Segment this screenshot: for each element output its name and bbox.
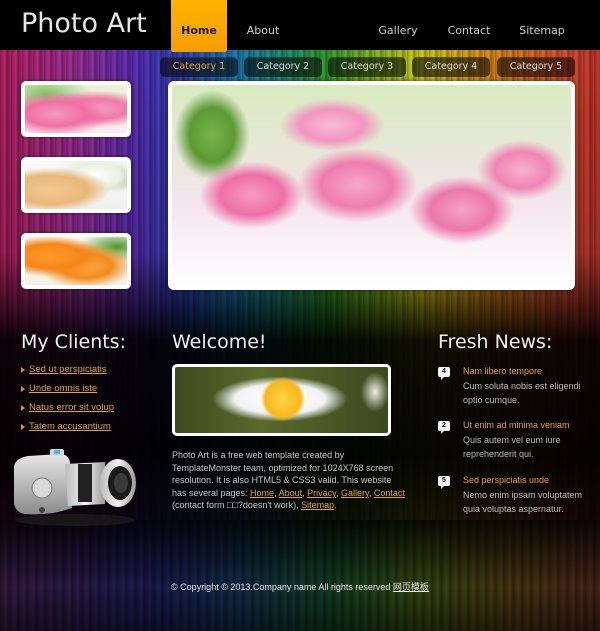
nav-about[interactable]: About xyxy=(237,0,289,52)
link-contact[interactable]: Contact xyxy=(374,488,405,498)
news-body: Cum soluta nobis est eligendi optio cumq… xyxy=(463,381,581,405)
daisy-image xyxy=(175,367,388,433)
nav-sitemap[interactable]: Sitemap xyxy=(516,0,568,52)
category-tab-4[interactable]: Category 4 xyxy=(412,57,490,77)
news-item: 5 Sed perspiciatis unde Nemo enim ipsam … xyxy=(438,475,598,516)
nav-contact[interactable]: Contact xyxy=(444,0,494,52)
link-home[interactable]: Home xyxy=(250,488,274,498)
contact-note: (contact form □□?doesn't work), xyxy=(172,500,302,511)
client-link[interactable]: Tatem accusantium xyxy=(29,421,111,432)
main-nav: Home About Gallery Contact Sitemap xyxy=(0,0,600,52)
period: . xyxy=(334,500,337,511)
news-body: Nemo enim ipsam voluptatem quia voluptas… xyxy=(463,490,583,514)
link-about[interactable]: About xyxy=(279,488,303,498)
header: Photo Art Home About Gallery Contact Sit… xyxy=(0,0,600,52)
link-gallery[interactable]: Gallery xyxy=(341,488,369,498)
thumbnail-carnations[interactable] xyxy=(21,81,131,137)
tulips-image xyxy=(172,85,571,286)
comment-count-icon: 4 xyxy=(438,367,450,380)
news-item: 2 Ut enim ad minima veniam Quis autem ve… xyxy=(438,420,598,461)
carnations-image xyxy=(25,85,127,133)
news-item: 4 Nam libero tempore Cum soluta nobis es… xyxy=(438,366,598,407)
thumbnail-roses[interactable] xyxy=(21,233,131,289)
thumbnail-spa[interactable] xyxy=(21,157,131,213)
footer: © Copyright © 2013.Company name All righ… xyxy=(0,580,600,593)
spa-image xyxy=(25,161,127,209)
category-tab-2[interactable]: Category 2 xyxy=(244,57,322,77)
news-title-link[interactable]: Sed perspiciatis unde xyxy=(463,475,598,489)
welcome-text: Photo Art is a free web template created… xyxy=(172,449,407,512)
client-item: Tatem accusantium xyxy=(21,421,114,440)
footer-template-link[interactable]: 网页模板 xyxy=(393,582,429,592)
comment-count-icon: 2 xyxy=(438,421,450,434)
welcome-heading: Welcome! xyxy=(172,331,267,353)
camera-image xyxy=(14,449,136,526)
client-link[interactable]: Natus error sit volup xyxy=(29,402,114,413)
link-privacy[interactable]: Privacy xyxy=(307,488,336,498)
copyright-text: © Copyright © 2013.Company name All righ… xyxy=(171,582,393,592)
news-title-link[interactable]: Nam libero tempore xyxy=(463,366,598,380)
nav-home[interactable]: Home xyxy=(171,0,227,52)
client-item: Unde omnis iste xyxy=(21,383,114,402)
footer-background xyxy=(0,520,600,631)
roses-image xyxy=(25,237,127,285)
clients-list: Sed ut perspiciatis Unde omnis iste Natu… xyxy=(21,364,114,440)
news-heading: Fresh News: xyxy=(438,331,553,353)
nav-gallery[interactable]: Gallery xyxy=(373,0,423,52)
news-title-link[interactable]: Ut enim ad minima veniam xyxy=(463,420,598,434)
category-tab-1[interactable]: Category 1 xyxy=(160,57,238,77)
hero-image-frame xyxy=(168,81,575,290)
clients-heading: My Clients: xyxy=(21,331,126,353)
category-tab-3[interactable]: Category 3 xyxy=(328,57,406,77)
welcome-image-frame xyxy=(172,364,391,436)
client-link[interactable]: Sed ut perspiciatis xyxy=(29,364,107,375)
client-item: Natus error sit volup xyxy=(21,402,114,421)
category-tab-5[interactable]: Category 5 xyxy=(497,57,575,77)
client-link[interactable]: Unde omnis iste xyxy=(29,383,97,394)
comment-count-icon: 5 xyxy=(438,476,450,489)
news-body: Quis autem vel eum iure reprehenderit qu… xyxy=(463,435,561,459)
client-item: Sed ut perspiciatis xyxy=(21,364,114,383)
link-sitemap[interactable]: Sitemap xyxy=(301,500,334,510)
